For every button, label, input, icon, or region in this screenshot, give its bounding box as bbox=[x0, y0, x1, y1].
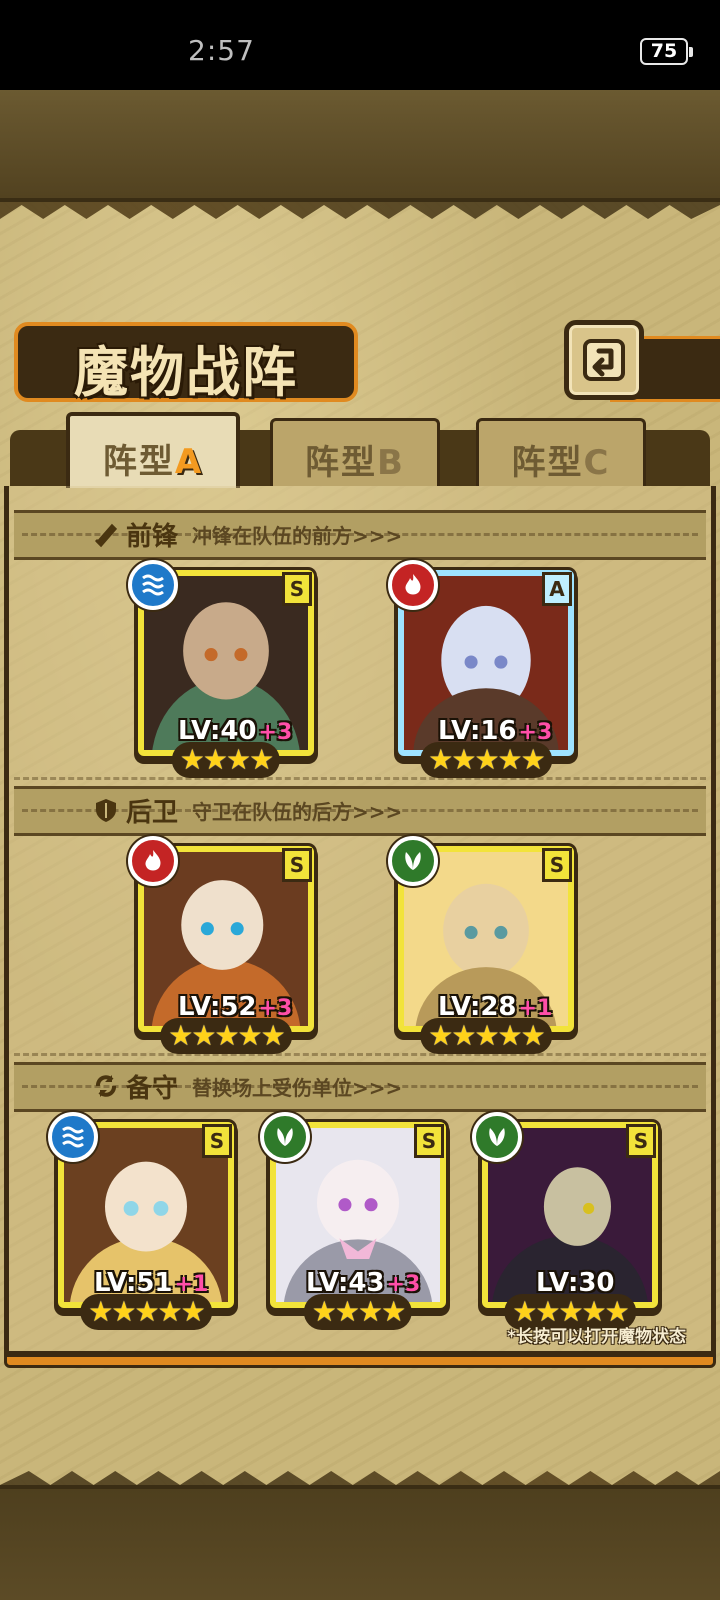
back-button[interactable] bbox=[564, 320, 644, 400]
rank-badge: S bbox=[202, 1124, 232, 1158]
element-fire-icon bbox=[128, 836, 178, 886]
monster-card-front-1[interactable]: S LV:40+3 ★★★★ bbox=[128, 560, 314, 778]
rank-badge: S bbox=[414, 1124, 444, 1158]
battery-icon: 75 bbox=[640, 38, 693, 65]
monster-card-reserve-1[interactable]: S LV:51+1 ★★★★★ bbox=[48, 1112, 234, 1330]
swap-icon bbox=[96, 1075, 116, 1097]
section-desc: 冲锋在队伍的前方>>> bbox=[192, 523, 403, 548]
tab-formation-b[interactable]: 阵型B bbox=[270, 418, 440, 486]
shield-icon bbox=[96, 799, 116, 822]
section-row-front bbox=[14, 560, 706, 780]
monster-card-front-2[interactable]: A LV:16+3 ★★★★★ bbox=[388, 560, 574, 778]
stars: ★★★★★ bbox=[428, 743, 546, 776]
star-rating: ★★★★ bbox=[171, 742, 281, 778]
element-grass-icon bbox=[388, 836, 438, 886]
section-header-back: 后卫 守卫在队伍的后方>>> bbox=[92, 790, 402, 830]
star-rating: ★★★★ bbox=[303, 1294, 413, 1330]
section-title: 前锋 bbox=[126, 521, 179, 552]
monster-card-reserve-3[interactable]: S LV:30 ★★★★★ bbox=[472, 1112, 658, 1330]
section-desc: 守卫在队伍的后方>>> bbox=[192, 799, 403, 824]
page-title: 魔物战阵 bbox=[74, 340, 298, 404]
section-title: 备守 bbox=[126, 1073, 179, 1104]
element-water-icon bbox=[128, 560, 178, 610]
monster-card-back-2[interactable]: S LV:28+1 ★★★★★ bbox=[388, 836, 574, 1054]
stars: ★★★★ bbox=[311, 1295, 406, 1328]
tab-label: 阵型 bbox=[102, 442, 175, 482]
monster-card-reserve-2[interactable]: S LV:43+3 ★★★★ bbox=[260, 1112, 446, 1330]
rank-badge: S bbox=[282, 572, 312, 606]
monster-card-back-1[interactable]: S LV:52+3 ★★★★★ bbox=[128, 836, 314, 1054]
stars: ★★★★ bbox=[179, 743, 274, 776]
bottom-map-strip bbox=[0, 1485, 720, 1600]
status-time: 2:57 bbox=[188, 34, 255, 67]
sword-icon bbox=[94, 523, 118, 548]
section-header-front: 前锋 冲锋在队伍的前方>>> bbox=[92, 514, 402, 554]
tab-formation-a[interactable]: 阵型A bbox=[66, 412, 240, 488]
top-map-strip bbox=[0, 90, 720, 202]
star-rating: ★★★★★ bbox=[420, 1018, 552, 1054]
section-row-back bbox=[14, 836, 706, 1056]
element-fire-icon bbox=[388, 560, 438, 610]
rank-badge: S bbox=[542, 848, 572, 882]
status-bar: 2:57 75 bbox=[0, 0, 720, 90]
element-water-icon bbox=[48, 1112, 98, 1162]
stars: ★★★★★ bbox=[168, 1019, 286, 1052]
tab-suffix: C bbox=[583, 443, 611, 483]
element-grass-icon bbox=[472, 1112, 522, 1162]
long-press-hint: *长按可以打开魔物状态 bbox=[507, 1327, 686, 1347]
section-desc: 替换场上受伤单位>>> bbox=[192, 1075, 403, 1100]
stars: ★★★★★ bbox=[428, 1019, 546, 1052]
star-rating: ★★★★★ bbox=[160, 1018, 292, 1054]
element-grass-icon bbox=[260, 1112, 310, 1162]
section-header-reserve: 备守 替换场上受伤单位>>> bbox=[92, 1066, 402, 1106]
section-title: 后卫 bbox=[126, 797, 179, 828]
tab-label: 阵型 bbox=[511, 443, 584, 483]
tab-suffix: A bbox=[174, 442, 204, 482]
stars: ★★★★★ bbox=[88, 1295, 206, 1328]
rank-badge: S bbox=[282, 848, 312, 882]
tab-formation-c[interactable]: 阵型C bbox=[476, 418, 646, 486]
rank-badge: S bbox=[626, 1124, 656, 1158]
return-arrow-icon bbox=[583, 339, 625, 381]
panel-footer-bar bbox=[4, 1354, 716, 1368]
tab-label: 阵型 bbox=[305, 443, 378, 483]
tab-suffix: B bbox=[377, 443, 405, 483]
star-rating: ★★★★★ bbox=[420, 742, 552, 778]
title-plate: 魔物战阵 bbox=[14, 322, 358, 404]
star-rating: ★★★★★ bbox=[80, 1294, 212, 1330]
rank-badge: A bbox=[542, 572, 572, 606]
